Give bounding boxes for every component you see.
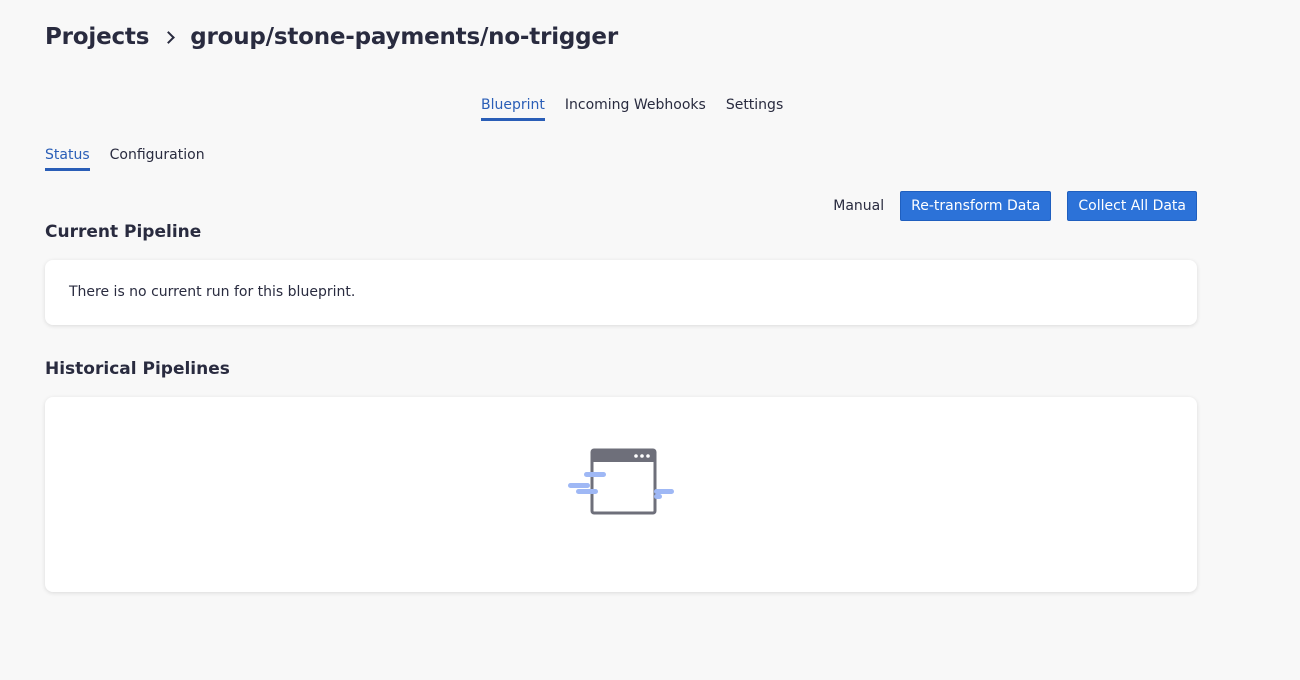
breadcrumb-current: group/stone-payments/no-trigger	[190, 24, 618, 50]
no-current-run-message: There is no current run for this bluepri…	[69, 284, 356, 300]
historical-pipelines-title: Historical Pipelines	[45, 359, 230, 379]
breadcrumb: Projects group/stone-payments/no-trigger	[45, 24, 618, 50]
page: Projects group/stone-payments/no-trigger…	[0, 0, 1300, 680]
current-pipeline-title: Current Pipeline	[45, 222, 202, 242]
empty-window-icon	[568, 448, 674, 515]
breadcrumb-projects-link[interactable]: Projects	[45, 24, 149, 50]
tab-settings[interactable]: Settings	[726, 97, 783, 121]
collect-all-data-button[interactable]: Collect All Data	[1067, 191, 1197, 221]
retransform-data-button[interactable]: Re-transform Data	[900, 191, 1052, 221]
tab-blueprint[interactable]: Blueprint	[481, 97, 545, 121]
sub-tabs: Status Configuration	[45, 147, 205, 171]
tab-configuration[interactable]: Configuration	[110, 147, 205, 171]
tab-status[interactable]: Status	[45, 147, 90, 171]
chevron-right-icon	[162, 30, 176, 44]
pipeline-actions: Manual Re-transform Data Collect All Dat…	[833, 191, 1197, 221]
tab-incoming-webhooks[interactable]: Incoming Webhooks	[565, 97, 706, 121]
historical-pipelines-card	[45, 397, 1197, 592]
trigger-mode-label: Manual	[833, 198, 885, 214]
current-pipeline-card: There is no current run for this bluepri…	[45, 260, 1197, 325]
top-tabs: Blueprint Incoming Webhooks Settings	[481, 97, 783, 121]
